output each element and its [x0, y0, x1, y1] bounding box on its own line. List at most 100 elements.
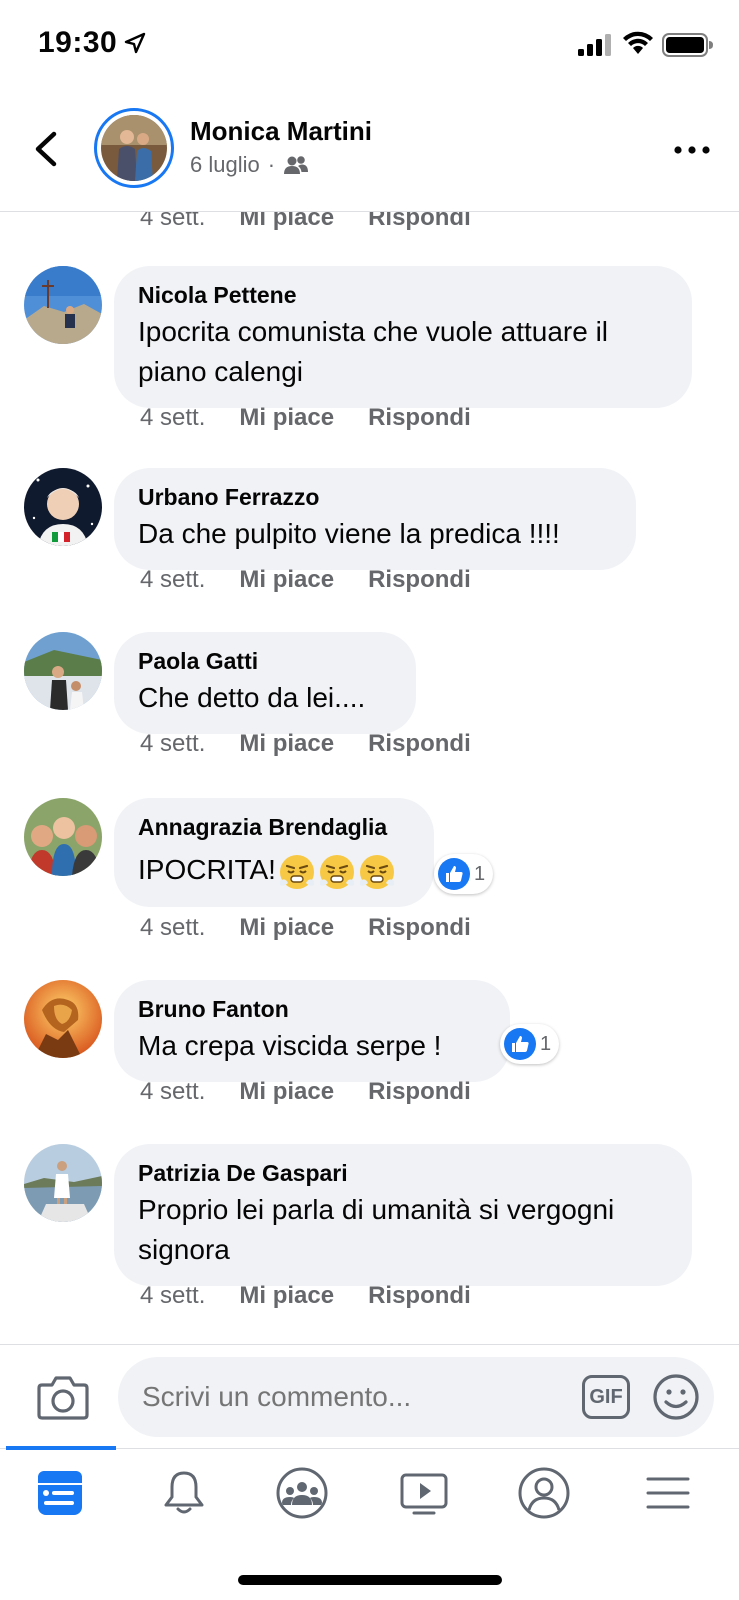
comment-bubble[interactable]: Annagrazia Brendaglia IPOCRITA!: [114, 798, 434, 907]
avatar[interactable]: [24, 468, 102, 546]
comment-author[interactable]: Annagrazia Brendaglia: [138, 812, 410, 842]
reply-button[interactable]: Rispondi: [368, 1282, 471, 1310]
comment-time: 4 sett.: [140, 404, 206, 431]
gif-button[interactable]: GIF: [582, 1375, 630, 1419]
avatar-photo: [24, 1144, 102, 1222]
like-button[interactable]: Mi piace: [239, 730, 334, 758]
comment-time: 4 sett.: [140, 212, 206, 231]
avatar[interactable]: [24, 980, 102, 1058]
comment-author[interactable]: Bruno Fanton: [138, 994, 486, 1024]
like-button[interactable]: Mi piace: [239, 1282, 334, 1310]
comment-author[interactable]: Nicola Pettene: [138, 280, 668, 310]
comment-text-line: piano calengi: [138, 356, 304, 387]
comment-text: Da che pulpito viene la predica !!!!: [138, 514, 612, 554]
comment-text: Ma crepa viscida serpe !: [138, 1026, 486, 1066]
comment-time: 4 sett.: [140, 1282, 206, 1309]
post-date: 6 luglio: [190, 152, 260, 177]
post-meta: 6 luglio ·: [190, 152, 309, 178]
comment-bubble[interactable]: Urbano Ferrazzo Da che pulpito viene la …: [114, 468, 636, 570]
comment-actions: 4 sett. Mi piace Rispondi: [140, 1282, 471, 1310]
comment-time: 4 sett.: [140, 914, 206, 941]
comment-text-line: Ipocrita comunista che vuole attuare il: [138, 316, 609, 347]
face-steam-icon: [359, 854, 394, 889]
emoji-icon[interactable]: [652, 1373, 700, 1421]
reply-button[interactable]: Rispondi: [368, 1078, 471, 1106]
avatar[interactable]: [24, 798, 102, 876]
author-name[interactable]: Monica Martini: [190, 116, 372, 147]
reply-button[interactable]: Rispondi: [368, 566, 471, 594]
friends-audience-icon: [284, 156, 309, 174]
comment-text: IPOCRITA!: [138, 850, 410, 891]
home-indicator[interactable]: [238, 1575, 502, 1585]
comment-text-line: signora: [138, 1234, 230, 1265]
avatar-photo: [24, 632, 102, 710]
like-button[interactable]: Mi piace: [239, 914, 334, 942]
active-tab-indicator: [6, 1446, 116, 1450]
menu-icon[interactable]: [640, 1465, 696, 1521]
avatar-photo: [24, 980, 102, 1058]
comment-author[interactable]: Urbano Ferrazzo: [138, 482, 612, 512]
author-avatar[interactable]: [94, 108, 174, 188]
status-bar: 19:30: [0, 0, 739, 90]
tab-bar: [0, 1446, 739, 1600]
watch-icon[interactable]: [396, 1465, 452, 1521]
reaction-badge[interactable]: 1: [500, 1024, 560, 1064]
comment-time: 4 sett.: [140, 566, 206, 593]
meta-separator: ·: [267, 152, 276, 177]
avatar[interactable]: [24, 1144, 102, 1222]
comment-text: Ipocrita comunista che vuole attuare il …: [138, 312, 668, 392]
wifi-icon: [623, 31, 653, 54]
comment-actions: 4 sett. Mi piace Rispondi: [140, 914, 471, 942]
comment-bubble[interactable]: Bruno Fanton Ma crepa viscida serpe !: [114, 980, 510, 1082]
bell-icon[interactable]: [156, 1465, 212, 1521]
comment-bubble[interactable]: Patrizia De Gaspari Proprio lei parla di…: [114, 1144, 692, 1286]
comment-actions: 4 sett. Mi piace Rispondi: [140, 1078, 471, 1106]
avatar[interactable]: [24, 266, 102, 344]
back-arrow-icon[interactable]: [28, 128, 64, 170]
comment-author[interactable]: Paola Gatti: [138, 646, 392, 676]
like-button[interactable]: Mi piace: [239, 1078, 334, 1106]
like-reaction-icon: [438, 858, 470, 890]
news-feed-icon[interactable]: [32, 1465, 88, 1521]
avatar-photo: [24, 266, 102, 344]
comment-text: Che detto da lei....: [138, 678, 392, 718]
camera-icon[interactable]: [36, 1373, 90, 1421]
author-photo: [101, 115, 167, 181]
like-button[interactable]: Mi piace: [239, 566, 334, 594]
avatar[interactable]: [24, 632, 102, 710]
status-time: 19:30: [38, 26, 118, 59]
avatar-photo: [24, 468, 102, 546]
profile-icon[interactable]: [516, 1465, 572, 1521]
comment-actions: 4 sett. Mi piace Rispondi: [140, 566, 471, 594]
comment-author[interactable]: Patrizia De Gaspari: [138, 1158, 668, 1188]
reply-button[interactable]: Rispondi: [368, 914, 471, 942]
battery-icon: [662, 33, 713, 57]
comment-time: 4 sett.: [140, 730, 206, 757]
more-options-icon[interactable]: [672, 142, 712, 158]
groups-icon[interactable]: [274, 1465, 330, 1521]
reply-button[interactable]: Rispondi: [368, 404, 471, 432]
comment-text-line: Che detto da lei....: [138, 682, 366, 713]
face-steam-icon: [319, 854, 354, 889]
reaction-badge[interactable]: 1: [434, 854, 494, 894]
comment-time: 4 sett.: [140, 1078, 206, 1105]
reply-button[interactable]: Rispondi: [368, 212, 471, 232]
comment-text-line: Da che pulpito viene la predica !!!!: [138, 518, 560, 549]
reply-button[interactable]: Rispondi: [368, 730, 471, 758]
comment-text-line: Proprio lei parla di umanità si vergogni: [138, 1194, 615, 1225]
comment-composer: GIF: [0, 1344, 739, 1448]
comment-bubble[interactable]: Paola Gatti Che detto da lei....: [114, 632, 416, 734]
reaction-count: 1: [474, 862, 486, 885]
like-reaction-icon: [504, 1028, 536, 1060]
like-button[interactable]: Mi piace: [239, 404, 334, 432]
comment-actions: 4 sett. Mi piace Rispondi: [140, 404, 471, 432]
comment-text: Proprio lei parla di umanità si vergogni…: [138, 1190, 668, 1270]
comments-list[interactable]: 4 sett. Mi piace Rispondi Nicola Pettene…: [0, 212, 739, 1344]
comment-bubble[interactable]: Nicola Pettene Ipocrita comunista che vu…: [114, 266, 692, 408]
comment-text-line: Ma crepa viscida serpe !: [138, 1030, 442, 1061]
avatar-photo: [24, 798, 102, 876]
reaction-count: 1: [540, 1032, 552, 1055]
post-header: Monica Martini 6 luglio ·: [0, 90, 739, 212]
like-button[interactable]: Mi piace: [239, 212, 334, 232]
cellular-signal-icon: [578, 34, 611, 56]
